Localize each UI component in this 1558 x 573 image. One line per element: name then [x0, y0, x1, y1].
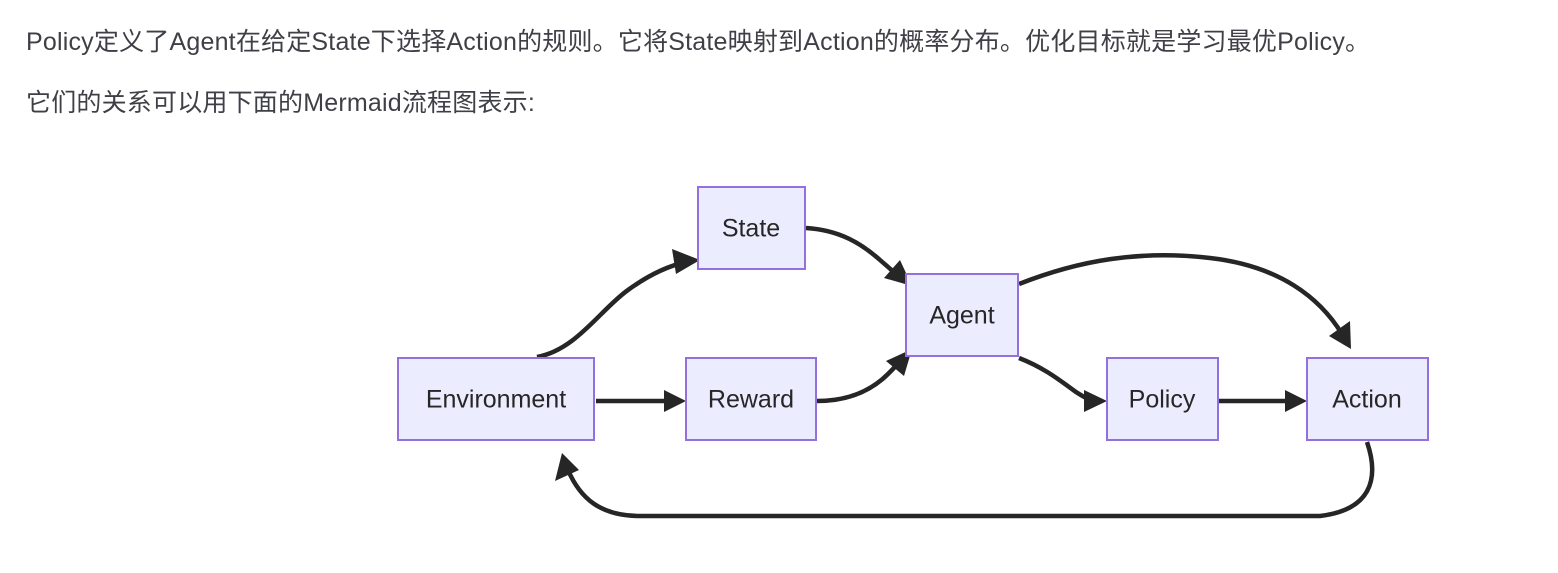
edge-action-to-environment — [555, 441, 1375, 519]
edge-environment-to-reward — [596, 390, 686, 412]
node-reward-label: Reward — [708, 386, 794, 414]
edge-policy-to-action — [1219, 390, 1307, 412]
flowchart-svg: Environment State Reward Agent Policy Ac — [397, 186, 1429, 519]
node-action-label: Action — [1332, 386, 1401, 414]
flowchart-edges — [536, 225, 1375, 519]
node-environment[interactable]: Environment — [397, 357, 595, 441]
node-state-label: State — [722, 215, 780, 243]
prose-block: Policy定义了Agent在给定State下选择Action的规则。它将Sta… — [26, 0, 1546, 121]
paragraph-policy-definition: Policy定义了Agent在给定State下选择Action的规则。它将Sta… — [26, 28, 1371, 56]
node-agent[interactable]: Agent — [905, 273, 1019, 357]
node-policy[interactable]: Policy — [1106, 357, 1219, 441]
node-reward[interactable]: Reward — [685, 357, 817, 441]
edge-agent-to-action — [1018, 253, 1351, 349]
node-environment-label: Environment — [426, 386, 566, 414]
node-policy-label: Policy — [1129, 386, 1196, 414]
paragraph-diagram-intro: 它们的关系可以用下面的Mermaid流程图表示: — [26, 88, 535, 117]
edge-environment-to-state — [536, 249, 700, 360]
edge-reward-to-agent — [816, 349, 912, 404]
edge-state-to-agent — [805, 225, 912, 286]
node-agent-label: Agent — [929, 302, 994, 330]
node-state[interactable]: State — [697, 186, 806, 270]
mermaid-flowchart-container: Environment State Reward Agent Policy Ac — [0, 150, 1558, 573]
node-action[interactable]: Action — [1306, 357, 1429, 441]
edge-agent-to-policy — [1018, 355, 1107, 412]
